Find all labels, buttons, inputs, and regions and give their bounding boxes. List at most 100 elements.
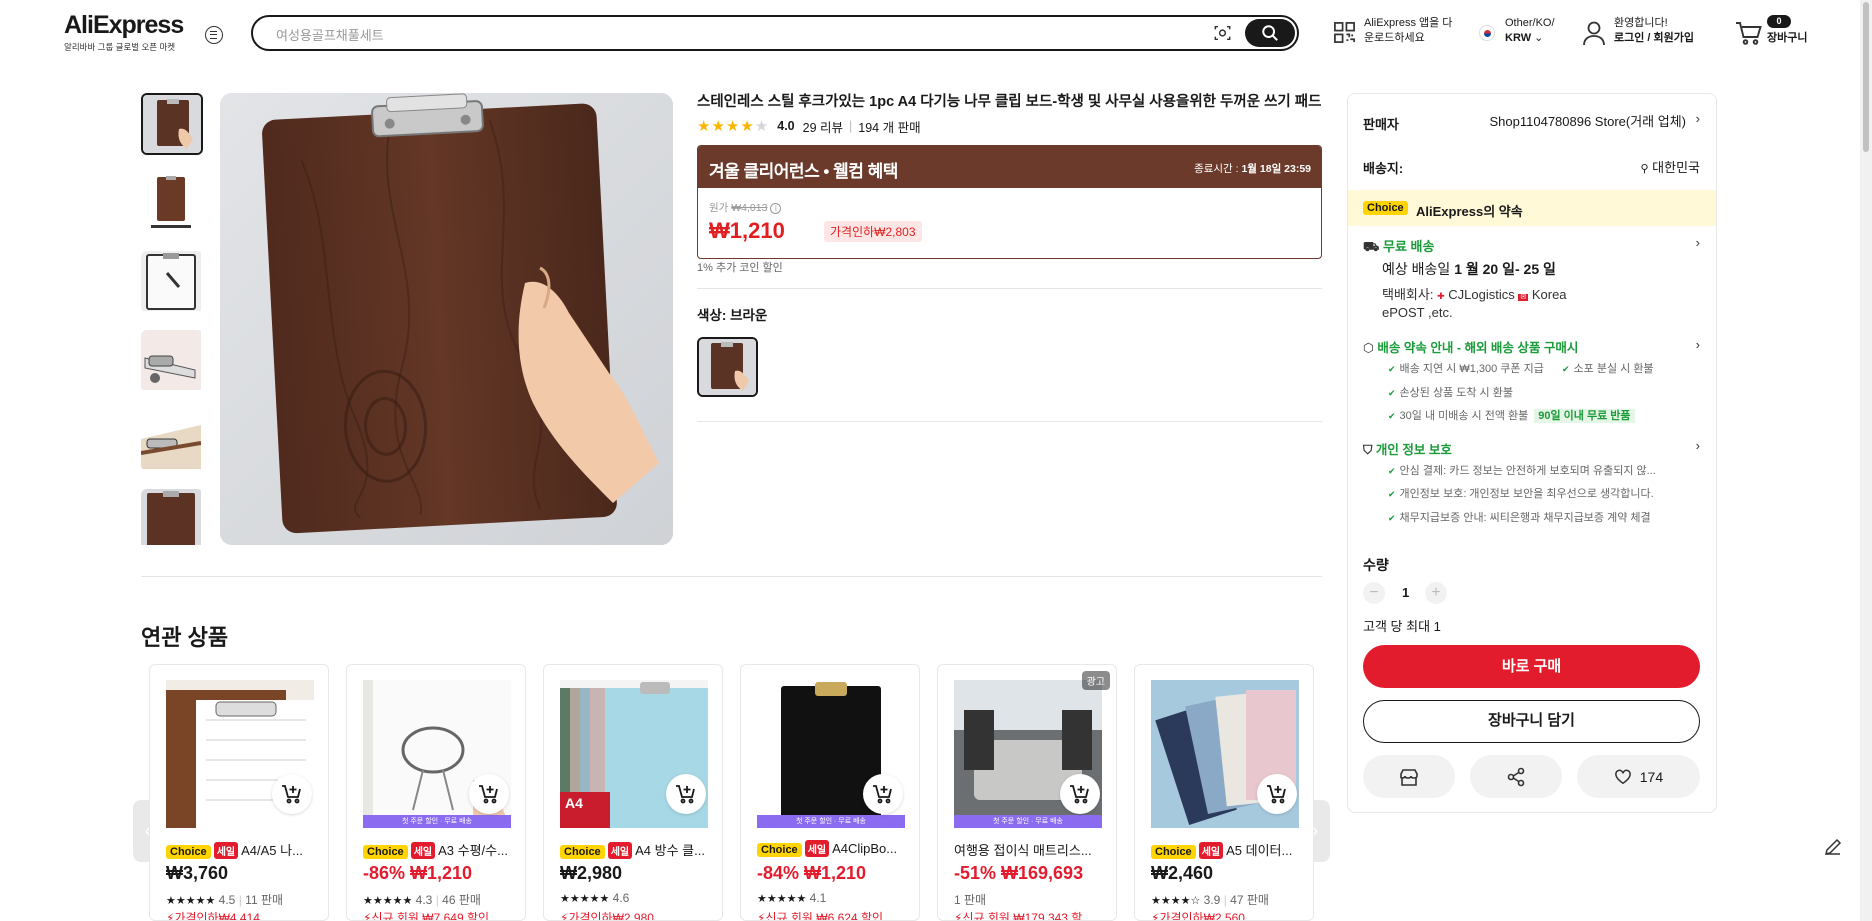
quantity-increase-button[interactable]: + <box>1425 582 1447 604</box>
free-return-tag: 90일 이내 무료 반품 <box>1534 409 1635 423</box>
edit-pencil-icon[interactable] <box>1822 836 1844 858</box>
ship-to-selector[interactable]: ⚲ 대한민국 <box>1628 157 1700 176</box>
related-product-card[interactable]: Choice 세일 A5 데이터... ₩2,460 ★★★★☆ 3.9 | 47 … <box>1134 664 1314 921</box>
chevron-right-icon[interactable]: › <box>1696 235 1700 250</box>
user-icon[interactable] <box>1582 20 1606 46</box>
rating-stars: ★★★★★ <box>560 893 610 905</box>
cj-logo-icon: ✚ <box>1437 291 1445 301</box>
add-to-cart-icon[interactable] <box>863 774 903 814</box>
category-menu-icon[interactable] <box>205 26 223 44</box>
product-image[interactable] <box>166 680 314 828</box>
main-product-image[interactable] <box>220 93 673 545</box>
color-label: 색상: 브라운 <box>697 308 768 323</box>
related-product-card[interactable]: A4 Choice 세일 A4 방수 클... ₩2,980 ★★★★★ 4.6 ⚡… <box>543 664 723 921</box>
thumbnail-1[interactable] <box>141 93 203 155</box>
privacy-row[interactable]: ⛉ 개인 정보 보호 <box>1363 439 1452 458</box>
product-name: 여행용 접이식 매트리스... <box>954 843 1092 858</box>
product-name: Choice 세일 A5 데이터... <box>1151 840 1301 859</box>
add-to-cart-icon[interactable] <box>666 774 706 814</box>
buy-now-button[interactable]: 바로 구매 <box>1363 645 1700 688</box>
product-name: Choice 세일 A4 방수 클... <box>560 840 710 859</box>
download-app-line2: 운로드하세요 <box>1364 32 1425 44</box>
add-to-cart-icon[interactable] <box>1257 774 1297 814</box>
search-bar[interactable]: 여성용골프채풀세트 <box>251 15 1299 51</box>
choice-badge: Choice <box>1363 201 1408 215</box>
guarantee-item: 30일 내 미배송 시 전액 환불90일 이내 무료 반품 <box>1388 407 1635 423</box>
page-scrollbar[interactable] <box>1860 0 1872 921</box>
delivery-guarantee-row[interactable]: ⬡ 배송 약속 안내 - 해외 배송 상품 구매시 <box>1363 337 1578 356</box>
wishlist-button[interactable]: 174 <box>1577 755 1700 798</box>
guarantee-item: 손상된 상품 도착 시 환불 <box>1388 384 1513 400</box>
promo-title: 겨울 클리어런스 • 웰컴 혜택 <box>709 162 898 181</box>
thumbnail-2[interactable] <box>141 171 203 233</box>
thumbnail-3[interactable] <box>141 251 203 313</box>
search-input[interactable]: 여성용골프채풀세트 <box>276 25 384 44</box>
account-menu[interactable]: 환영합니다! 로그인 / 회원가입 <box>1614 16 1694 46</box>
product-image[interactable]: 첫 주문 할인 · 무료 배송 <box>954 680 1102 828</box>
product-promo: ⚡신규 회원 ₩7,649 할인 <box>363 911 490 921</box>
related-product-card[interactable]: 첫 주문 할인 · 무료 배송 Choice 세일 A3 수평/수... -86% … <box>346 664 526 921</box>
ship-to-label: 배송지: <box>1363 161 1404 176</box>
scrollbar-thumb[interactable] <box>1863 2 1869 152</box>
korea-post-logo-icon: ✉ <box>1518 294 1529 301</box>
login-signup-link[interactable]: 로그인 / 회원가입 <box>1614 32 1694 44</box>
chevron-right-icon[interactable]: › <box>1696 438 1700 453</box>
share-icon <box>1507 767 1525 787</box>
quantity-decrease-button[interactable]: − <box>1363 582 1385 604</box>
cart-icon[interactable] <box>1735 20 1763 46</box>
rating-stars: ★★★★★ <box>166 895 216 907</box>
product-promo: ⚡가격인하₩4,414 <box>166 911 260 921</box>
seller-label: 판매자 <box>1363 117 1399 132</box>
thumbnail-5[interactable] <box>141 409 203 471</box>
promo-end-time: 종료시간 : 1월 18일 23:59 <box>1194 163 1311 175</box>
product-price: ₩2,980 <box>560 863 623 883</box>
info-icon[interactable]: i <box>770 203 782 214</box>
product-title: 스테인레스 스틸 후크가있는 1pc A4 다기능 나무 클립 보드-학생 및 … <box>697 94 1322 110</box>
free-shipping-row[interactable]: ⛟ 무료 배송 <box>1363 236 1434 257</box>
color-option-brown[interactable] <box>697 337 758 397</box>
search-button[interactable] <box>1245 19 1295 47</box>
image-search-icon[interactable] <box>1213 24 1232 42</box>
thumbnail-4[interactable] <box>141 330 203 392</box>
qr-code-icon[interactable] <box>1333 21 1356 44</box>
carrier-text-2: ePOST ,etc. <box>1382 305 1453 320</box>
download-app-link[interactable]: AliExpress 앱을 다 운로드하세요 <box>1364 16 1452 46</box>
korea-flag-icon <box>1479 25 1495 41</box>
choice-promise-bar: Choice AliExpress의 약속 <box>1348 190 1716 226</box>
truck-icon: ⛟ <box>1363 239 1380 254</box>
share-button[interactable] <box>1470 755 1562 798</box>
product-image[interactable] <box>1151 680 1299 828</box>
product-image[interactable]: 첫 주문 할인 · 무료 배송 <box>757 680 905 828</box>
add-to-cart-icon[interactable] <box>272 774 312 814</box>
product-meta: ★★★★★ 4.6 <box>560 891 630 905</box>
store-button[interactable] <box>1363 755 1455 798</box>
seller-link[interactable]: Shop1104780896 Store(거래 업체) <box>1476 111 1687 130</box>
product-meta: ★★★★☆ 3.9 | 47 판매 <box>1151 893 1269 907</box>
guarantee-item: 배송 지연 시 ₩1,300 쿠폰 지급 <box>1388 360 1544 376</box>
related-products-title: 연관 상품 <box>141 625 229 650</box>
rating-value: 4.0 <box>777 119 795 133</box>
related-product-card[interactable]: Choice 세일 A4/A5 나... ₩3,760 ★★★★★ 4.5 | 11… <box>149 664 329 921</box>
thumbnail-6[interactable] <box>141 489 203 545</box>
product-promo: ⚡신규 회원 ₩6,624 할인 <box>757 911 884 921</box>
chevron-right-icon[interactable]: › <box>1696 337 1700 352</box>
add-to-cart-icon[interactable] <box>1060 774 1100 814</box>
quantity-label: 수량 <box>1363 557 1389 573</box>
chevron-right-icon[interactable]: › <box>1696 111 1700 126</box>
aliexpress-logo[interactable]: AliExpress 알리바바 그룹 글로벌 오픈 마켓 <box>64 12 184 53</box>
related-product-card[interactable]: 첫 주문 할인 · 무료 배송 Choice 세일 A4ClipBo... -84%… <box>740 664 920 921</box>
rating-row[interactable]: ★★★★★ 4.0 29 리뷰 | 194 개 판매 <box>697 117 921 135</box>
product-image[interactable]: A4 <box>560 680 708 828</box>
review-count[interactable]: 29 리뷰 <box>803 117 843 136</box>
cart-label[interactable]: 장바구니 <box>1767 31 1807 46</box>
section-divider <box>141 576 1322 577</box>
discount-tag: 가격인하₩2,803 <box>824 221 922 242</box>
add-to-cart-button[interactable]: 장바구니 담기 <box>1363 700 1700 743</box>
quantity-value[interactable]: 1 <box>1402 585 1409 600</box>
related-product-card[interactable]: 첫 주문 할인 · 무료 배송 광고 여행용 접이식 매트리스... -51% … <box>937 664 1117 921</box>
add-to-cart-icon[interactable] <box>469 774 509 814</box>
logo-tagline: 알리바바 그룹 글로벌 오픈 마켓 <box>64 42 176 52</box>
region-currency-selector[interactable]: Other/KO/ KRW ⌄ <box>1505 16 1555 46</box>
product-image[interactable]: 첫 주문 할인 · 무료 배송 <box>363 680 511 828</box>
product-meta: ★★★★★ 4.1 <box>757 891 827 905</box>
